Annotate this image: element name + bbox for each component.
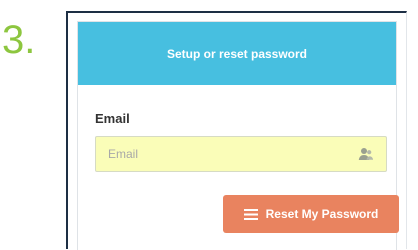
email-label: Email <box>95 111 130 126</box>
user-icon <box>358 147 374 161</box>
password-reset-panel: Setup or reset password Email Email Rese… <box>66 11 407 250</box>
email-field[interactable] <box>96 137 346 171</box>
reset-password-button-label: Reset My Password <box>265 207 379 221</box>
reset-password-button[interactable]: Reset My Password <box>223 195 399 233</box>
panel-card: Setup or reset password Email Email Rese… <box>77 21 399 250</box>
panel-title: Setup or reset password <box>78 22 396 85</box>
email-field-container <box>95 136 387 172</box>
step-number: 3. <box>2 18 36 62</box>
menu-icon <box>243 208 258 220</box>
